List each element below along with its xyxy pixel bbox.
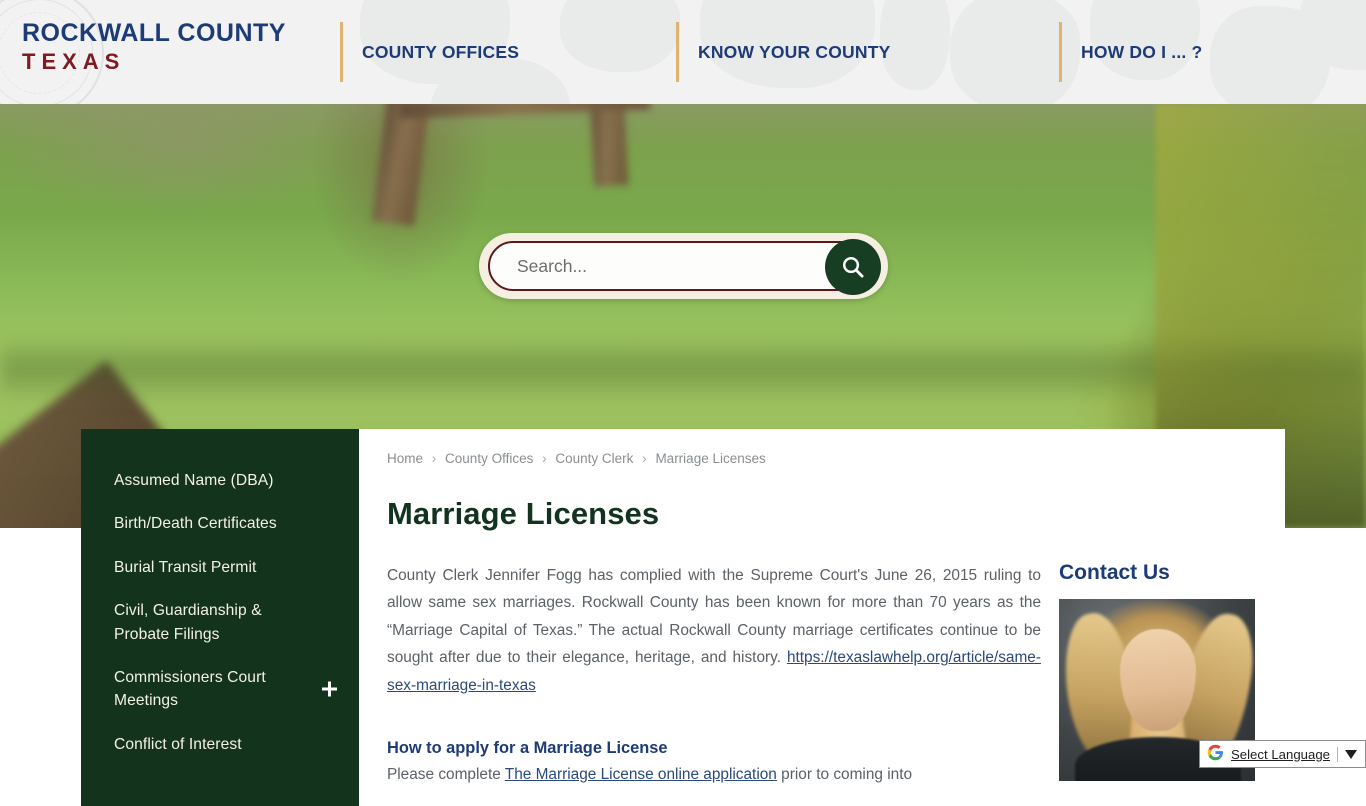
apply-text-after: prior to coming into — [777, 766, 912, 783]
sidebar-item-label: Assumed Name (DBA) — [114, 472, 274, 489]
sidebar-item-commissioners-court-meetings[interactable]: Commissioners Court Meetings — [81, 656, 359, 723]
sidebar-item-label: Conflict of Interest — [114, 736, 242, 753]
search-field-container[interactable] — [488, 241, 879, 291]
header-pattern-blob — [560, 0, 680, 72]
intro-paragraph: County Clerk Jennifer Fogg has complied … — [387, 562, 1041, 699]
chevron-down-icon[interactable] — [1345, 750, 1357, 759]
marriage-license-online-application-link[interactable]: The Marriage License online application — [505, 766, 777, 783]
sidebar-item-assumed-name[interactable]: Assumed Name (DBA) — [81, 459, 359, 502]
google-g-icon — [1207, 744, 1224, 765]
logo-line-county: ROCKWALL COUNTY — [22, 20, 286, 47]
breadcrumb-separator: › — [642, 451, 647, 466]
nav-item-know-your-county[interactable]: KNOW YOUR COUNTY — [698, 0, 890, 104]
sidebar-item-birth-death-certificates[interactable]: Birth/Death Certificates — [81, 502, 359, 545]
hero-fence-post-right — [590, 104, 629, 187]
breadcrumb-separator: › — [542, 451, 547, 466]
site-header: ROCKWALL COUNTY TEXAS COUNTY OFFICES KNO… — [0, 0, 1366, 104]
search-bar — [479, 233, 888, 299]
header-pattern-blob — [880, 0, 950, 90]
site-logo[interactable]: ROCKWALL COUNTY TEXAS — [22, 20, 286, 74]
nav-label: KNOW YOUR COUNTY — [698, 42, 890, 63]
search-submit-button[interactable] — [825, 239, 881, 295]
apply-text-before: Please complete — [387, 766, 505, 783]
select-language-label: Select Language — [1231, 747, 1330, 762]
google-translate-widget[interactable]: Select Language — [1199, 740, 1366, 768]
portrait-face — [1120, 629, 1196, 731]
sidebar-item-label: Commissioners Court Meetings — [114, 669, 266, 709]
breadcrumb-item-home[interactable]: Home — [387, 451, 423, 466]
breadcrumb-item-county-offices[interactable]: County Offices — [445, 451, 533, 466]
sidebar-item-label: Burial Transit Permit — [114, 559, 256, 576]
content-panel: Assumed Name (DBA) Birth/Death Certifica… — [81, 429, 1285, 806]
nav-label: COUNTY OFFICES — [362, 42, 519, 63]
expand-plus-icon[interactable] — [322, 682, 337, 697]
search-input[interactable] — [517, 251, 807, 281]
main-content-area: Home › County Offices › County Clerk › M… — [359, 429, 1285, 806]
page-title: Marriage Licenses — [387, 496, 1041, 532]
search-icon — [840, 254, 866, 280]
nav-divider — [1059, 22, 1062, 82]
nav-divider — [676, 22, 679, 82]
subheading-how-to-apply: How to apply for a Marriage License — [387, 739, 1041, 758]
breadcrumb: Home › County Offices › County Clerk › M… — [387, 451, 1041, 466]
contact-us-heading: Contact Us — [1059, 561, 1255, 585]
breadcrumb-item-county-clerk[interactable]: County Clerk — [555, 451, 633, 466]
logo-line-texas: TEXAS — [22, 49, 286, 74]
sidebar-item-conflict-of-interest[interactable]: Conflict of Interest — [81, 723, 359, 766]
sidebar-item-label: Civil, Guardianship & Probate Filings — [114, 602, 262, 642]
sidebar-item-label: Birth/Death Certificates — [114, 515, 277, 532]
section-sidebar-nav: Assumed Name (DBA) Birth/Death Certifica… — [81, 429, 359, 806]
main-text-column: Home › County Offices › County Clerk › M… — [387, 451, 1059, 796]
nav-label: HOW DO I ... ? — [1081, 42, 1202, 63]
nav-divider — [340, 22, 343, 82]
hero-fence-post-left — [372, 104, 430, 226]
sidebar-item-civil-guardianship-probate-filings[interactable]: Civil, Guardianship & Probate Filings — [81, 589, 359, 656]
breadcrumb-item-marriage-licenses: Marriage Licenses — [655, 451, 765, 466]
nav-item-county-offices[interactable]: COUNTY OFFICES — [362, 0, 519, 104]
sidebar-item-burial-transit-permit[interactable]: Burial Transit Permit — [81, 546, 359, 589]
apply-paragraph: Please complete The Marriage License onl… — [387, 762, 1041, 788]
translate-divider — [1337, 747, 1338, 762]
nav-item-how-do-i[interactable]: HOW DO I ... ? — [1081, 0, 1202, 104]
breadcrumb-separator: › — [432, 451, 437, 466]
